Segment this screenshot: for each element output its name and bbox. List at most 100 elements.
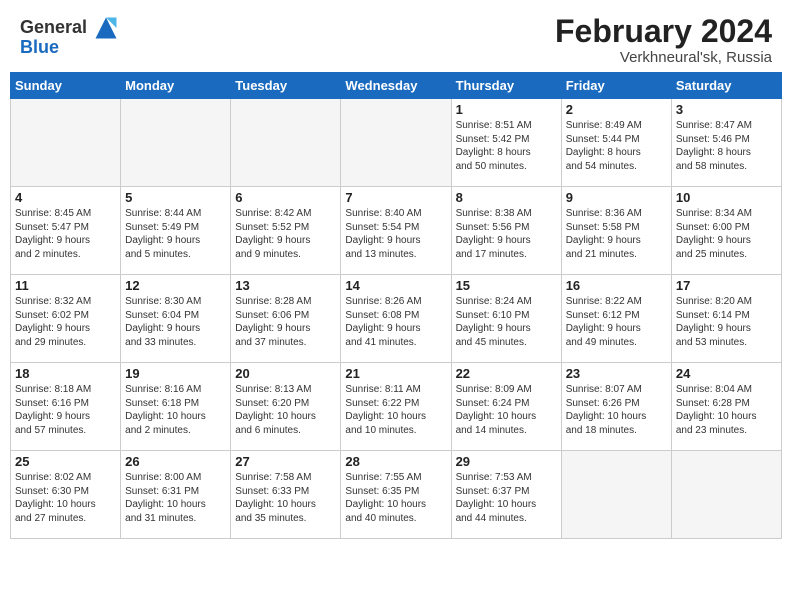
calendar-day: 21 Sunrise: 8:11 AM Sunset: 6:22 PM Dayli… [341,363,451,451]
col-saturday: Saturday [671,73,781,99]
page-subtitle: Verkhneural'sk, Russia [555,49,772,66]
day-number: 18 [15,366,116,381]
day-info: Sunrise: 8:38 AM Sunset: 5:56 PM Dayligh… [456,207,557,261]
calendar-day [231,99,341,187]
calendar-day: 2 Sunrise: 8:49 AM Sunset: 5:44 PM Daylig… [561,99,671,187]
day-info: Sunrise: 8:51 AM Sunset: 5:42 PM Dayligh… [456,119,557,173]
day-info: Sunrise: 7:55 AM Sunset: 6:35 PM Dayligh… [345,471,446,525]
calendar-day [561,451,671,539]
day-info: Sunrise: 8:22 AM Sunset: 6:12 PM Dayligh… [566,295,667,349]
page-title: February 2024 [555,14,772,49]
day-info: Sunrise: 8:28 AM Sunset: 6:06 PM Dayligh… [235,295,336,349]
day-number: 23 [566,366,667,381]
calendar-day: 18Sunrise: 8:18 AM Sunset: 6:16 PM Dayli… [11,363,121,451]
calendar-day: 19 Sunrise: 8:16 AM Sunset: 6:18 PM Dayli… [121,363,231,451]
day-info: Sunrise: 8:13 AM Sunset: 6:20 PM Dayligh… [235,383,336,437]
day-info: Sunrise: 8:47 AM Sunset: 5:46 PM Dayligh… [676,119,777,173]
day-info: Sunrise: 8:26 AM Sunset: 6:08 PM Dayligh… [345,295,446,349]
calendar-day: 7 Sunrise: 8:40 AM Sunset: 5:54 PM Daylig… [341,187,451,275]
day-info: Sunrise: 8:16 AM Sunset: 6:18 PM Dayligh… [125,383,226,437]
day-number: 11 [15,278,116,293]
day-number: 3 [676,102,777,117]
calendar-day [121,99,231,187]
calendar-day: 15Sunrise: 8:24 AM Sunset: 6:10 PM Dayli… [451,275,561,363]
day-number: 5 [125,190,226,205]
col-monday: Monday [121,73,231,99]
calendar-day: 8 Sunrise: 8:38 AM Sunset: 5:56 PM Daylig… [451,187,561,275]
logo-general-text: General [20,18,87,38]
day-info: Sunrise: 8:24 AM Sunset: 6:10 PM Dayligh… [456,295,557,349]
day-number: 19 [125,366,226,381]
day-info: Sunrise: 8:07 AM Sunset: 6:26 PM Dayligh… [566,383,667,437]
calendar-day: 16Sunrise: 8:22 AM Sunset: 6:12 PM Dayli… [561,275,671,363]
calendar-day: 11 Sunrise: 8:32 AM Sunset: 6:02 PM Dayli… [11,275,121,363]
calendar-day: 23 Sunrise: 8:07 AM Sunset: 6:26 PM Dayli… [561,363,671,451]
day-number: 27 [235,454,336,469]
calendar-week-row: 18Sunrise: 8:18 AM Sunset: 6:16 PM Dayli… [11,363,782,451]
calendar-table: Sunday Monday Tuesday Wednesday Thursday… [10,72,782,539]
logo: General Blue [20,14,120,58]
logo-icon [92,14,120,42]
day-info: Sunrise: 8:36 AM Sunset: 5:58 PM Dayligh… [566,207,667,261]
day-info: Sunrise: 7:53 AM Sunset: 6:37 PM Dayligh… [456,471,557,525]
title-block: February 2024 Verkhneural'sk, Russia [555,14,772,66]
calendar-body: 1 Sunrise: 8:51 AM Sunset: 5:42 PM Daylig… [11,99,782,539]
calendar-day [671,451,781,539]
day-info: Sunrise: 8:30 AM Sunset: 6:04 PM Dayligh… [125,295,226,349]
day-number: 8 [456,190,557,205]
day-info: Sunrise: 8:02 AM Sunset: 6:30 PM Dayligh… [15,471,116,525]
calendar-header: Sunday Monday Tuesday Wednesday Thursday… [11,73,782,99]
calendar-day: 20 Sunrise: 8:13 AM Sunset: 6:20 PM Dayli… [231,363,341,451]
calendar-day: 22Sunrise: 8:09 AM Sunset: 6:24 PM Dayli… [451,363,561,451]
calendar-day: 26Sunrise: 8:00 AM Sunset: 6:31 PM Dayli… [121,451,231,539]
day-number: 9 [566,190,667,205]
day-info: Sunrise: 8:09 AM Sunset: 6:24 PM Dayligh… [456,383,557,437]
day-number: 24 [676,366,777,381]
day-info: Sunrise: 8:42 AM Sunset: 5:52 PM Dayligh… [235,207,336,261]
day-number: 2 [566,102,667,117]
page-header: General Blue February 2024 Verkhneural's… [0,0,792,72]
day-number: 14 [345,278,446,293]
day-info: Sunrise: 8:49 AM Sunset: 5:44 PM Dayligh… [566,119,667,173]
day-number: 28 [345,454,446,469]
day-number: 21 [345,366,446,381]
day-number: 12 [125,278,226,293]
calendar-week-row: 4Sunrise: 8:45 AM Sunset: 5:47 PM Daylig… [11,187,782,275]
calendar-day [11,99,121,187]
day-number: 7 [345,190,446,205]
day-info: Sunrise: 8:20 AM Sunset: 6:14 PM Dayligh… [676,295,777,349]
col-wednesday: Wednesday [341,73,451,99]
calendar-header-row: Sunday Monday Tuesday Wednesday Thursday… [11,73,782,99]
day-info: Sunrise: 8:32 AM Sunset: 6:02 PM Dayligh… [15,295,116,349]
calendar-day: 12 Sunrise: 8:30 AM Sunset: 6:04 PM Dayli… [121,275,231,363]
day-number: 4 [15,190,116,205]
day-info: Sunrise: 8:11 AM Sunset: 6:22 PM Dayligh… [345,383,446,437]
calendar-day: 24Sunrise: 8:04 AM Sunset: 6:28 PM Dayli… [671,363,781,451]
day-number: 29 [456,454,557,469]
day-info: Sunrise: 8:40 AM Sunset: 5:54 PM Dayligh… [345,207,446,261]
day-number: 1 [456,102,557,117]
calendar-week-row: 25 Sunrise: 8:02 AM Sunset: 6:30 PM Dayli… [11,451,782,539]
calendar-day: 5 Sunrise: 8:44 AM Sunset: 5:49 PM Daylig… [121,187,231,275]
day-number: 17 [676,278,777,293]
day-number: 10 [676,190,777,205]
day-info: Sunrise: 8:34 AM Sunset: 6:00 PM Dayligh… [676,207,777,261]
calendar-day: 27Sunrise: 7:58 AM Sunset: 6:33 PM Dayli… [231,451,341,539]
day-info: Sunrise: 8:44 AM Sunset: 5:49 PM Dayligh… [125,207,226,261]
calendar-wrap: Sunday Monday Tuesday Wednesday Thursday… [0,72,792,543]
col-friday: Friday [561,73,671,99]
calendar-day [341,99,451,187]
day-number: 20 [235,366,336,381]
calendar-week-row: 1 Sunrise: 8:51 AM Sunset: 5:42 PM Daylig… [11,99,782,187]
col-tuesday: Tuesday [231,73,341,99]
day-number: 25 [15,454,116,469]
day-number: 13 [235,278,336,293]
col-sunday: Sunday [11,73,121,99]
calendar-day: 14 Sunrise: 8:26 AM Sunset: 6:08 PM Dayli… [341,275,451,363]
calendar-day: 28 Sunrise: 7:55 AM Sunset: 6:35 PM Dayli… [341,451,451,539]
day-info: Sunrise: 8:00 AM Sunset: 6:31 PM Dayligh… [125,471,226,525]
calendar-week-row: 11 Sunrise: 8:32 AM Sunset: 6:02 PM Dayli… [11,275,782,363]
calendar-day: 6Sunrise: 8:42 AM Sunset: 5:52 PM Daylig… [231,187,341,275]
col-thursday: Thursday [451,73,561,99]
calendar-day: 17 Sunrise: 8:20 AM Sunset: 6:14 PM Dayli… [671,275,781,363]
